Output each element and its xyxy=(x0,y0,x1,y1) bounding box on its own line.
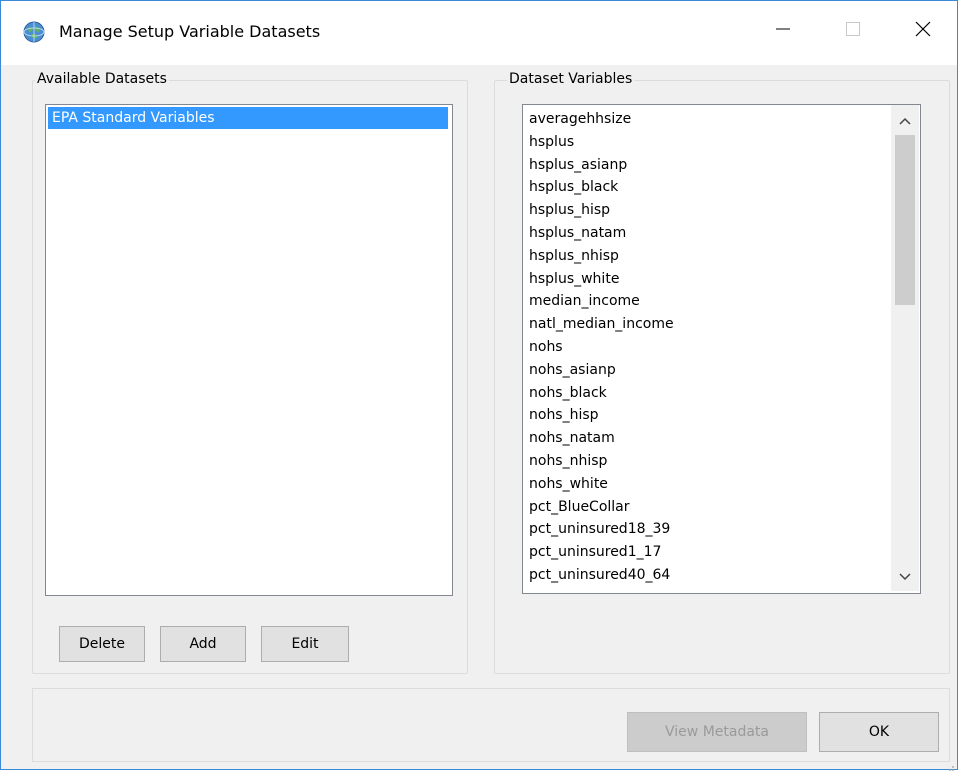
chevron-up-icon xyxy=(899,114,911,128)
window-title: Manage Setup Variable Datasets xyxy=(59,22,321,41)
chevron-down-icon xyxy=(899,570,911,584)
ok-button[interactable]: OK xyxy=(819,712,939,752)
list-item[interactable]: hsplus_hisp xyxy=(529,199,674,222)
list-item[interactable]: averagehhsize xyxy=(529,108,674,131)
list-item[interactable]: hsplus_nhisp xyxy=(529,245,674,268)
scroll-down-button[interactable] xyxy=(891,563,919,591)
view-metadata-button[interactable]: View Metadata xyxy=(627,712,807,752)
available-datasets-label: Available Datasets xyxy=(35,69,169,89)
maximize-button[interactable] xyxy=(823,9,883,53)
dialog-window: Manage Setup Variable Datasets Available… xyxy=(0,0,958,771)
datasets-listbox[interactable]: EPA Standard Variables xyxy=(45,104,453,596)
variables-scrollbar[interactable] xyxy=(891,105,919,591)
list-item[interactable]: nohs_asianp xyxy=(529,359,674,382)
scrollbar-thumb[interactable] xyxy=(895,135,915,305)
list-item[interactable]: hsplus_white xyxy=(529,268,674,291)
list-item[interactable]: pct_uninsured40_64 xyxy=(529,564,674,587)
footer-panel xyxy=(32,688,950,762)
list-item[interactable]: median_income xyxy=(529,290,674,313)
list-item[interactable]: natl_median_income xyxy=(529,313,674,336)
globe-icon xyxy=(23,21,45,43)
list-item[interactable]: nohs xyxy=(529,336,674,359)
list-item[interactable]: hsplus_black xyxy=(529,176,674,199)
list-item[interactable]: nohs_nhisp xyxy=(529,450,674,473)
list-item[interactable]: pct_uninsured18_39 xyxy=(529,518,674,541)
dataset-variables-label: Dataset Variables xyxy=(507,69,635,89)
list-item[interactable]: pct_uninsured1_17 xyxy=(529,541,674,564)
edit-button[interactable]: Edit xyxy=(261,626,349,662)
variables-list: averagehhsize hsplus hsplus_asianp hsplu… xyxy=(529,108,674,587)
resize-grip-icon[interactable] xyxy=(945,757,955,771)
close-button[interactable] xyxy=(893,9,953,53)
minimize-icon xyxy=(775,21,791,41)
minimize-button[interactable] xyxy=(753,9,813,53)
maximize-icon xyxy=(845,21,861,41)
add-button[interactable]: Add xyxy=(160,626,246,662)
list-item[interactable]: hsplus xyxy=(529,131,674,154)
list-item[interactable]: nohs_black xyxy=(529,382,674,405)
list-item[interactable]: nohs_hisp xyxy=(529,404,674,427)
list-item[interactable]: hsplus_natam xyxy=(529,222,674,245)
list-item[interactable]: nohs_natam xyxy=(529,427,674,450)
scroll-up-button[interactable] xyxy=(891,107,919,135)
delete-button[interactable]: Delete xyxy=(59,626,145,662)
dataset-item-selected[interactable]: EPA Standard Variables xyxy=(48,107,448,129)
list-item[interactable]: nohs_white xyxy=(529,473,674,496)
list-item[interactable]: pct_BlueCollar xyxy=(529,496,674,519)
close-icon xyxy=(914,20,932,42)
list-item[interactable]: hsplus_asianp xyxy=(529,154,674,177)
title-bar: Manage Setup Variable Datasets xyxy=(1,1,957,65)
variables-listbox[interactable]: averagehhsize hsplus hsplus_asianp hsplu… xyxy=(522,104,921,594)
